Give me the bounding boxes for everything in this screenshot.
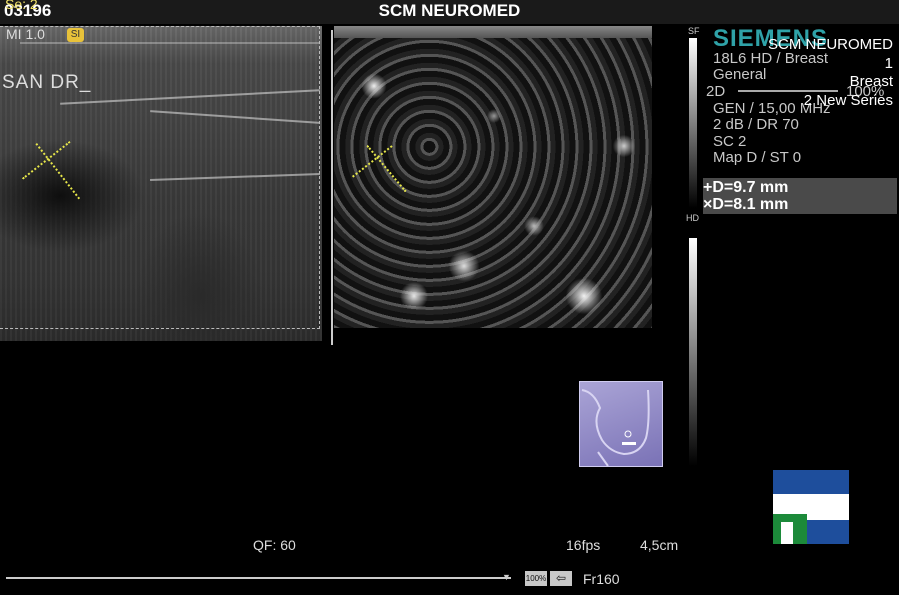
mi-badge: SI: [67, 28, 84, 42]
frame-counter: Fr160: [583, 571, 620, 587]
grayscale-bar-elasto: [689, 238, 697, 466]
back-arrow-icon[interactable]: ⇦: [550, 571, 572, 586]
info-compound: SC 2: [713, 133, 747, 150]
elasto-top-strip: [334, 26, 652, 38]
info-mode: 2D: [706, 83, 726, 100]
image-annotation[interactable]: SAN DR_: [2, 72, 91, 94]
grayscale-bar: [689, 38, 697, 208]
info-map: Map D / ST 0: [713, 149, 802, 166]
tag-institution: SCM NEUROMED: [767, 36, 893, 53]
tag-exam: Breast: [849, 73, 893, 90]
info-preset: General: [713, 66, 767, 83]
breast-body-marker-icon[interactable]: [579, 381, 663, 467]
measurement-2: ×D=8.1 mm: [703, 196, 789, 213]
hd-label: HD: [686, 213, 699, 223]
measurement-1: +D=9.7 mm: [703, 179, 789, 196]
center-title: SCM NEUROMED: [378, 1, 521, 20]
cine-end-marker-icon: ▼: [502, 572, 511, 582]
frame-rate: 16fps: [566, 537, 601, 553]
mi-label: MI 1.0: [6, 26, 45, 42]
depth-readout: 4,5cm: [640, 537, 679, 553]
image-divider: [331, 30, 333, 345]
sf-label: SF: [688, 26, 700, 36]
quality-factor: QF: 60: [253, 537, 296, 553]
zoom-badge[interactable]: 100%: [525, 571, 547, 586]
breast-outline-icon: [581, 389, 650, 467]
tag-study-number: 1: [884, 55, 893, 72]
info-gain: 2 dB / DR 70: [713, 116, 799, 133]
tag-series: 2 New Series: [803, 92, 893, 109]
cine-timeline[interactable]: [6, 577, 511, 579]
ultrasound-elastography-image[interactable]: [334, 26, 652, 328]
clinic-logo-icon: [773, 470, 849, 544]
